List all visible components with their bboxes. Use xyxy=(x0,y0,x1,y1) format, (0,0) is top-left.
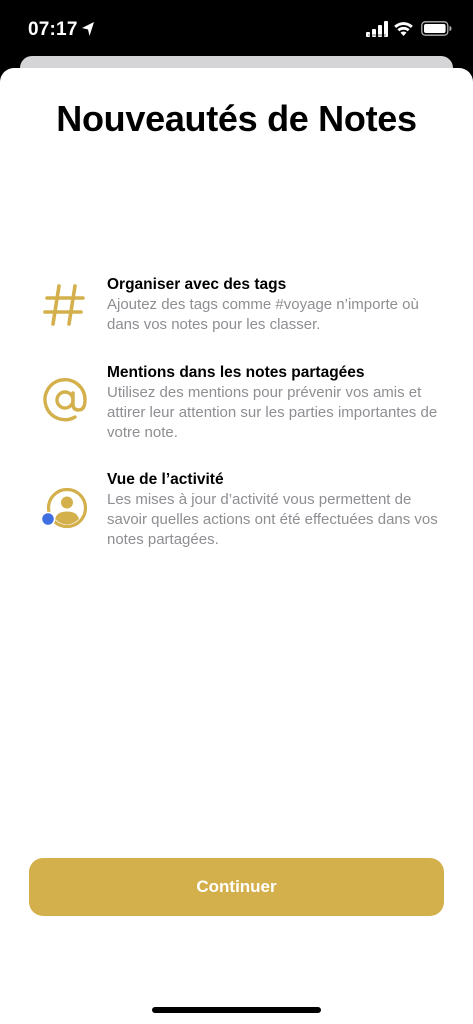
feature-description: Utilisez des mentions pour prévenir vos … xyxy=(107,384,438,441)
hashtag-icon xyxy=(43,284,85,326)
feature-description: Ajoutez des tags comme #voyage n’importe… xyxy=(107,296,419,333)
activity-person-icon xyxy=(40,487,88,529)
continue-button[interactable]: Continuer xyxy=(29,858,444,916)
cellular-signal-icon xyxy=(366,21,388,37)
feature-title: Organiser avec des tags xyxy=(107,276,287,293)
wifi-icon xyxy=(394,22,413,36)
battery-icon xyxy=(421,21,452,36)
page-title: Nouveautés de Notes xyxy=(56,98,417,139)
screen: 07:17 Nouveautés de Notes Organiser avec… xyxy=(0,0,473,1024)
home-indicator[interactable] xyxy=(152,1007,321,1013)
feature-title: Vue de l’activité xyxy=(107,471,224,488)
feature-description: Les mises à jour d’activité vous permett… xyxy=(107,491,438,548)
feature-title: Mentions dans les notes partagées xyxy=(107,364,365,381)
location-arrow-icon xyxy=(82,22,94,36)
status-time: 07:17 xyxy=(28,19,78,40)
at-sign-icon xyxy=(43,377,87,422)
status-bar: 07:17 xyxy=(0,0,473,60)
